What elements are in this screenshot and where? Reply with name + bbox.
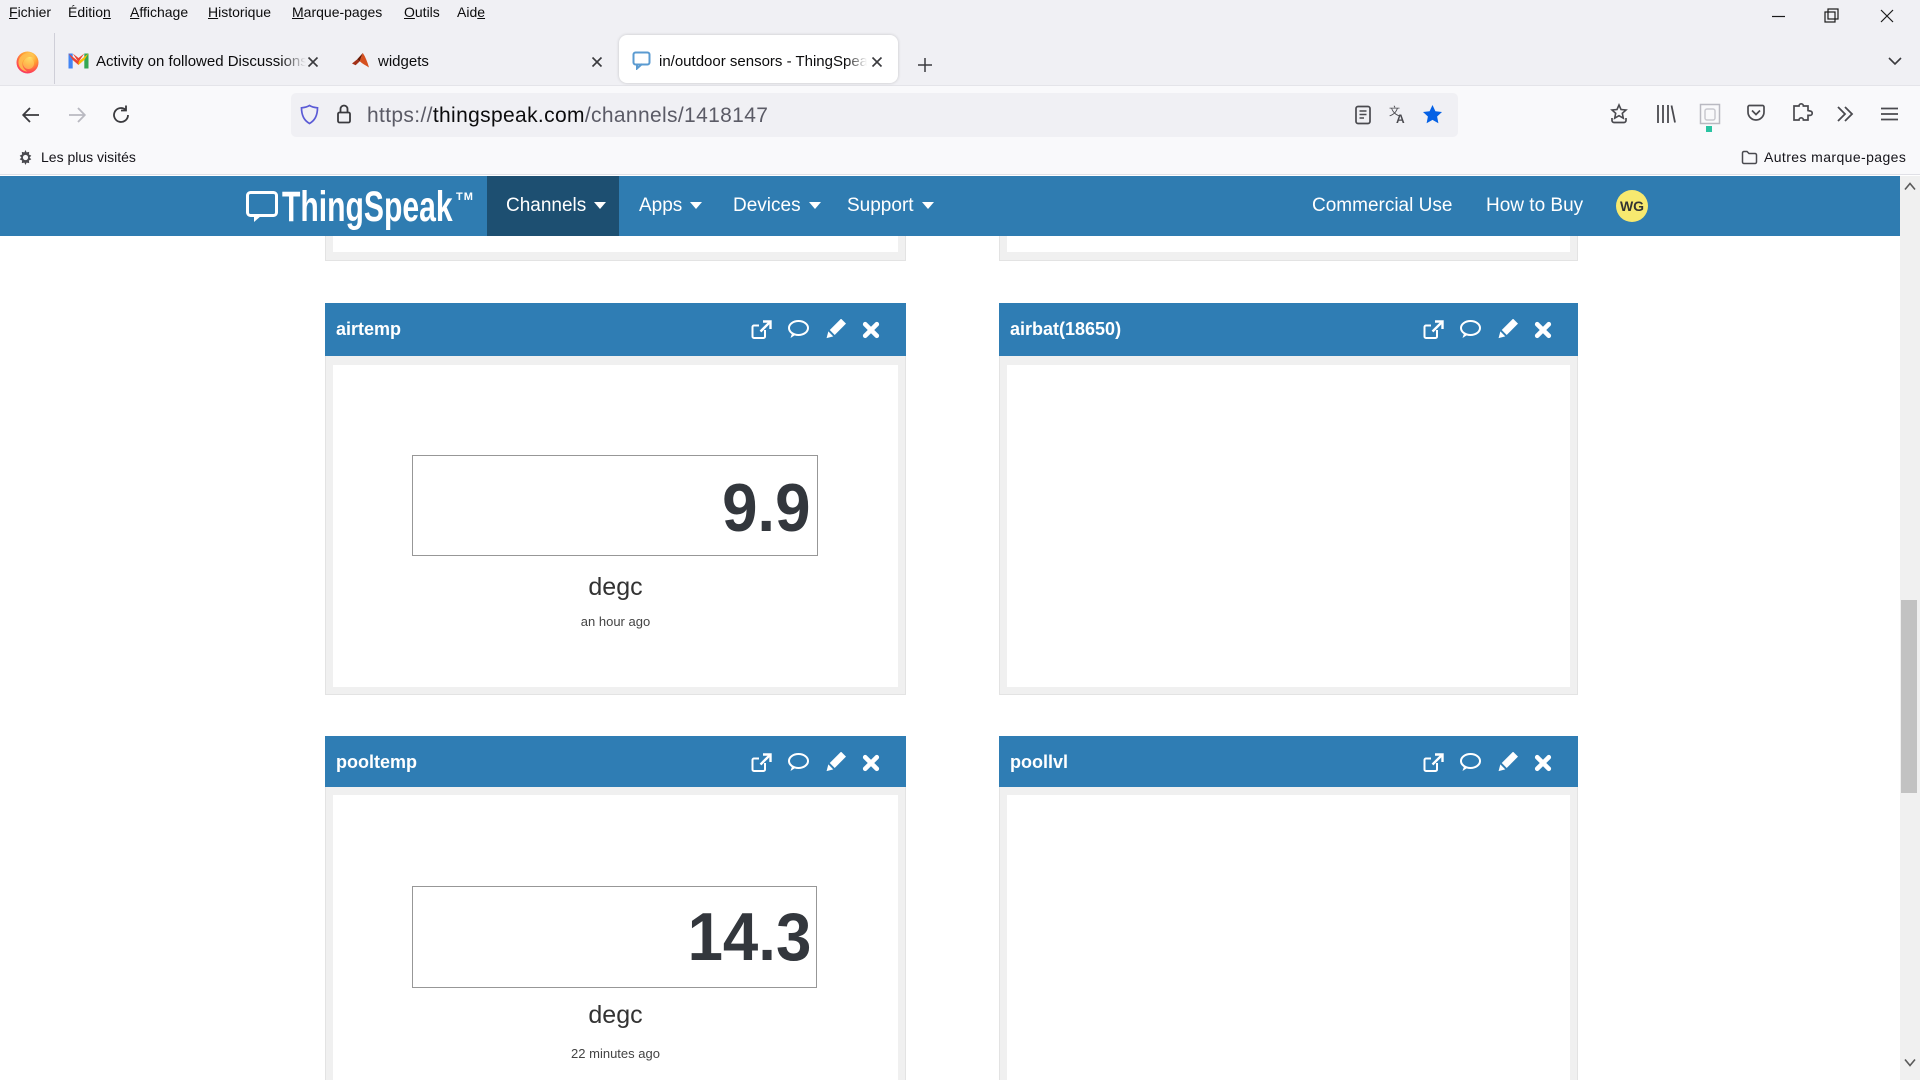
svg-text:A: A — [1396, 112, 1405, 125]
